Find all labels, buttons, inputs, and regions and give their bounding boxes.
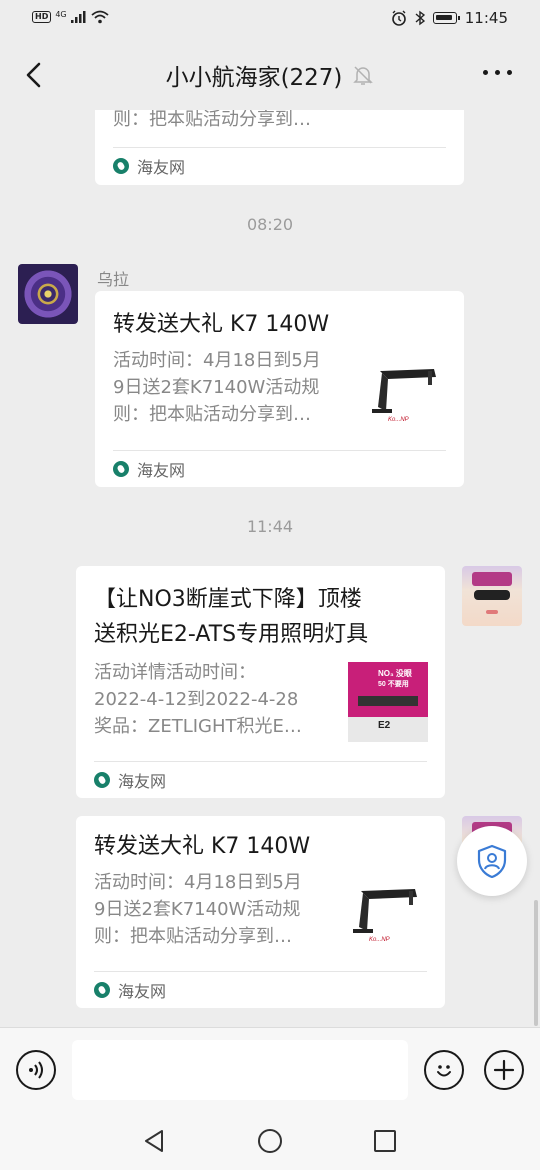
- status-time: 11:45: [464, 9, 508, 27]
- thumbnail-image: Ko...NP: [353, 889, 417, 943]
- sender-name: 乌拉: [97, 270, 130, 289]
- emoji-button[interactable]: [424, 1050, 464, 1090]
- voice-button[interactable]: [16, 1050, 56, 1090]
- timestamp: 11:44: [246, 517, 294, 536]
- scrollbar[interactable]: [534, 900, 538, 1026]
- thumbnail-image: NO₃ 没眼 50 不要用 E2: [348, 662, 428, 742]
- timestamp: 08:20: [246, 215, 294, 234]
- back-arrow-icon[interactable]: [20, 60, 50, 90]
- source-logo-icon: [94, 982, 110, 998]
- source-name: 海友网: [118, 772, 167, 791]
- hd-icon: HD: [32, 11, 52, 23]
- card-desc-line: 9日送2套K7140W活动规: [94, 899, 301, 920]
- mute-bell-icon: [353, 66, 374, 85]
- source-name: 海友网: [137, 461, 186, 480]
- card-title: 转发送大礼 K7 140W: [113, 312, 330, 337]
- battery-icon: [432, 12, 460, 24]
- card-source: 海友网: [113, 450, 446, 487]
- chat-title: 小小航海家(227): [165, 65, 343, 91]
- card-desc-line: 奖品：ZETLIGHT积光E…: [94, 716, 302, 737]
- thumb-heading: 50 不要用: [378, 679, 409, 688]
- card-desc-line: 2022-4-12到2022-4-28: [94, 689, 299, 710]
- status-right: 11:45: [391, 9, 508, 27]
- card-title: 送积光E2-ATS专用照明灯具: [94, 622, 369, 647]
- card-desc-line: 则：把本贴活动分享到…: [94, 926, 292, 947]
- card-desc-line: 9日送2套K7140W活动规: [113, 377, 320, 398]
- link-card-2[interactable]: 【让NO3断崖式下降】顶楼 送积光E2-ATS专用照明灯具 活动详情活动时间： …: [76, 566, 445, 798]
- floating-shield-button[interactable]: [457, 826, 527, 896]
- network-type: 4G: [55, 10, 67, 19]
- thumbnail-image: Ko...NP: [372, 369, 436, 423]
- chat-header: 小小航海家(227): [0, 40, 540, 110]
- wifi-icon: [91, 10, 109, 24]
- thumb-brand: Ko...NP: [388, 417, 409, 423]
- signal-icon: [70, 11, 86, 23]
- link-card-0[interactable]: 则：把本贴活动分享到… 海友网: [95, 110, 464, 185]
- add-icon: [493, 1059, 515, 1081]
- card-desc-line: 活动时间：4月18日到5月: [113, 350, 321, 371]
- card-desc-line: 则：把本贴活动分享到…: [113, 404, 311, 425]
- input-bar: [0, 1027, 540, 1112]
- avatar[interactable]: [18, 264, 78, 324]
- avatar[interactable]: [462, 566, 522, 626]
- card-desc-line: 则：把本贴活动分享到…: [113, 110, 311, 130]
- card-title: 转发送大礼 K7 140W: [94, 834, 311, 859]
- more-icon[interactable]: [483, 70, 512, 75]
- source-logo-icon: [94, 772, 110, 788]
- alarm-icon: [391, 10, 406, 26]
- nav-home-icon[interactable]: [257, 1128, 283, 1154]
- thumb-heading: E2: [378, 720, 391, 731]
- voice-icon: [29, 1061, 43, 1079]
- nav-recent-icon[interactable]: [372, 1128, 398, 1154]
- source-logo-icon: [113, 158, 129, 174]
- title-wrap: 小小航海家(227): [0, 40, 540, 110]
- chat-area[interactable]: 则：把本贴活动分享到… 海友网 08:20 乌拉 转发送大礼 K7 140W 活…: [0, 110, 540, 1027]
- card-source: 海友网: [113, 147, 446, 184]
- link-card-3[interactable]: 转发送大礼 K7 140W 活动时间：4月18日到5月 9日送2套K7140W活…: [76, 816, 445, 1008]
- card-desc-line: 活动详情活动时间：: [94, 662, 256, 683]
- shield-icon: [477, 844, 507, 878]
- thumb-heading: NO₃ 没眼: [378, 668, 412, 678]
- link-card-1[interactable]: 转发送大礼 K7 140W 活动时间：4月18日到5月 9日送2套K7140W活…: [95, 291, 464, 487]
- add-button[interactable]: [484, 1050, 524, 1090]
- bluetooth-icon: [415, 10, 425, 26]
- message-input[interactable]: [72, 1040, 408, 1100]
- card-source: 海友网: [94, 761, 427, 798]
- source-name: 海友网: [137, 158, 186, 177]
- system-nav-bar: [0, 1112, 540, 1170]
- source-logo-icon: [113, 461, 129, 477]
- card-desc-line: 活动时间：4月18日到5月: [94, 872, 302, 893]
- status-left: HD 4G: [32, 10, 109, 24]
- emoji-icon: [437, 1065, 451, 1077]
- status-bar: HD 4G 11:45: [0, 0, 540, 40]
- thumb-brand: Ko...NP: [369, 937, 390, 943]
- nav-back-icon[interactable]: [142, 1128, 168, 1154]
- card-source: 海友网: [94, 971, 427, 1008]
- source-name: 海友网: [118, 982, 167, 1001]
- card-title: 【让NO3断崖式下降】顶楼: [94, 587, 362, 612]
